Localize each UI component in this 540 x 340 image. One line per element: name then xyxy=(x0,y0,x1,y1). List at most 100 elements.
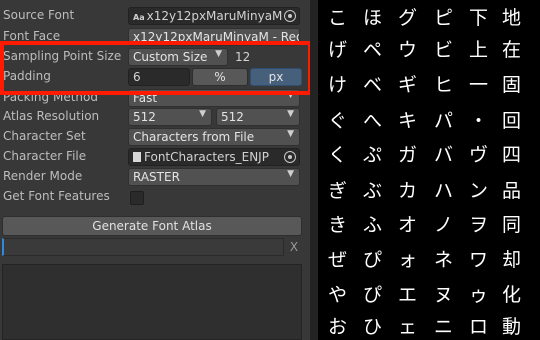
chevron-down-icon: ▼ xyxy=(287,169,294,179)
character-file-value: FontCharacters_ENJP xyxy=(144,150,269,164)
render-mode-label: Render Mode xyxy=(3,169,83,183)
sampling-point-size-input[interactable]: 12 xyxy=(230,48,300,66)
atlas-glyph: ニ xyxy=(434,316,454,338)
character-set-value: Characters from File xyxy=(133,130,255,144)
packing-method-value: Fast xyxy=(133,91,158,105)
atlas-glyph: パ xyxy=(434,110,454,132)
atlas-glyph: ぶ xyxy=(363,180,383,202)
character-set-dropdown[interactable]: Characters from File ▼ xyxy=(128,128,300,146)
sampling-point-size-label: Sampling Point Size xyxy=(3,49,122,63)
font-face-row: Font Face x12y12pxMaruMinyaM - Reg xyxy=(0,27,310,47)
generate-font-atlas-button[interactable]: Generate Font Atlas xyxy=(2,216,302,236)
padding-px-button[interactable]: px xyxy=(250,68,302,86)
atlas-glyph: ぐ xyxy=(328,110,348,132)
atlas-glyph: ・ xyxy=(469,110,489,132)
font-features-checkbox[interactable] xyxy=(130,191,144,205)
atlas-glyph: ノ xyxy=(434,214,454,236)
source-font-value: x12y12pxMaruMinyaM xyxy=(146,9,283,23)
font-face-label: Font Face xyxy=(3,29,61,43)
chevron-down-icon: ▼ xyxy=(287,90,294,100)
character-set-label: Character Set xyxy=(3,129,86,143)
atlas-width-value: 512 xyxy=(133,110,156,124)
atlas-glyph: け xyxy=(328,74,348,96)
character-file-row: Character File FontCharacters_ENJP xyxy=(0,147,310,167)
atlas-glyph: 回 xyxy=(502,110,522,132)
object-picker-icon[interactable] xyxy=(284,10,296,22)
atlas-glyph: ン xyxy=(469,180,489,202)
render-mode-row: Render Mode RASTER ▼ xyxy=(0,167,310,187)
atlas-glyph: ゥ xyxy=(469,284,489,306)
atlas-glyph: 化 xyxy=(502,284,522,306)
atlas-glyph: ハ xyxy=(434,180,454,202)
atlas-glyph: オ xyxy=(398,214,418,236)
atlas-glyph: キ xyxy=(398,110,418,132)
font-face-dropdown[interactable]: x12y12pxMaruMinyaM - Reg xyxy=(128,28,300,46)
font-atlas-preview: こほグピ下地げペウビ上在けベギヒ一固ぐへキパ・回くぷガバヴ四ぎぶカハン品きふオノ… xyxy=(318,0,540,340)
atlas-glyph: ヒ xyxy=(434,74,454,96)
atlas-glyph: ワ xyxy=(469,249,489,271)
atlas-glyph: ぴ xyxy=(363,249,383,271)
atlas-glyph: ひ xyxy=(363,316,383,338)
atlas-glyph: ビ xyxy=(434,39,454,61)
atlas-glyph: 下 xyxy=(469,7,489,29)
atlas-glyph: き xyxy=(328,214,348,236)
packing-method-label: Packing Method xyxy=(3,90,98,104)
atlas-glyph: 一 xyxy=(469,74,489,96)
atlas-width-dropdown[interactable]: 512 ▼ xyxy=(128,108,212,126)
render-mode-dropdown[interactable]: RASTER ▼ xyxy=(128,168,300,186)
atlas-glyph: 在 xyxy=(502,39,522,61)
chevron-down-icon: ▼ xyxy=(199,109,206,119)
atlas-glyph: こ xyxy=(328,7,348,29)
atlas-resolution-label: Atlas Resolution xyxy=(3,109,100,123)
source-font-field[interactable]: Aa x12y12pxMaruMinyaM xyxy=(128,7,300,25)
atlas-resolution-row: Atlas Resolution 512 ▼ 512 ▼ xyxy=(0,107,310,127)
padding-input[interactable]: 6 xyxy=(128,68,190,86)
atlas-glyph: ネ xyxy=(434,249,454,271)
clear-button[interactable]: X xyxy=(286,240,302,254)
atlas-glyph: ヌ xyxy=(434,284,454,306)
atlas-glyph: 四 xyxy=(502,144,522,166)
atlas-glyph: エ xyxy=(398,284,418,306)
atlas-glyph: 却 xyxy=(502,249,522,271)
sampling-mode-value: Custom Size xyxy=(133,50,208,64)
character-file-field[interactable]: FontCharacters_ENJP xyxy=(128,148,300,166)
atlas-glyph: ぎ xyxy=(328,180,348,202)
padding-row: Padding 6 % px xyxy=(0,67,310,87)
sampling-point-size-row: Sampling Point Size Custom Size ▼ 12 xyxy=(0,47,310,67)
padding-percent-button[interactable]: % xyxy=(192,68,248,86)
character-file-label: Character File xyxy=(3,149,87,163)
atlas-glyph: 上 xyxy=(469,39,489,61)
atlas-height-dropdown[interactable]: 512 ▼ xyxy=(216,108,300,126)
atlas-glyph: ェ xyxy=(398,316,418,338)
atlas-glyph: バ xyxy=(434,144,454,166)
object-picker-icon[interactable] xyxy=(284,151,296,163)
atlas-glyph: ペ xyxy=(363,39,383,61)
chevron-down-icon: ▼ xyxy=(287,129,294,139)
packing-method-dropdown[interactable]: Fast ▼ xyxy=(128,89,300,107)
atlas-glyph: 同 xyxy=(502,214,522,236)
atlas-glyph: ほ xyxy=(363,7,383,29)
atlas-glyph: く xyxy=(328,144,348,166)
render-mode-value: RASTER xyxy=(133,170,180,184)
atlas-height-value: 512 xyxy=(221,110,244,124)
atlas-glyph: ぜ xyxy=(328,249,348,271)
atlas-glyph: 動 xyxy=(502,316,522,338)
output-text-area[interactable] xyxy=(2,264,302,340)
atlas-glyph: お xyxy=(328,316,348,338)
atlas-glyph: 固 xyxy=(502,74,522,96)
text-file-icon xyxy=(133,152,141,162)
panel-divider[interactable] xyxy=(310,0,318,340)
atlas-glyph: ぷ xyxy=(363,144,383,166)
sampling-mode-dropdown[interactable]: Custom Size ▼ xyxy=(128,48,228,66)
atlas-glyph: ベ xyxy=(363,74,383,96)
character-set-row: Character Set Characters from File ▼ xyxy=(0,127,310,147)
font-asset-icon: Aa xyxy=(133,13,145,22)
atlas-glyph: ガ xyxy=(398,144,418,166)
atlas-glyph: ロ xyxy=(469,316,489,338)
atlas-glyph: ぴ xyxy=(363,284,383,306)
atlas-glyph: 地 xyxy=(502,7,522,29)
source-font-row: Source Font Aa x12y12pxMaruMinyaM xyxy=(0,6,310,26)
chevron-down-icon: ▼ xyxy=(287,109,294,119)
font-features-label: Get Font Features xyxy=(3,189,110,203)
font-face-value: x12y12pxMaruMinyaM - Reg xyxy=(133,30,300,44)
